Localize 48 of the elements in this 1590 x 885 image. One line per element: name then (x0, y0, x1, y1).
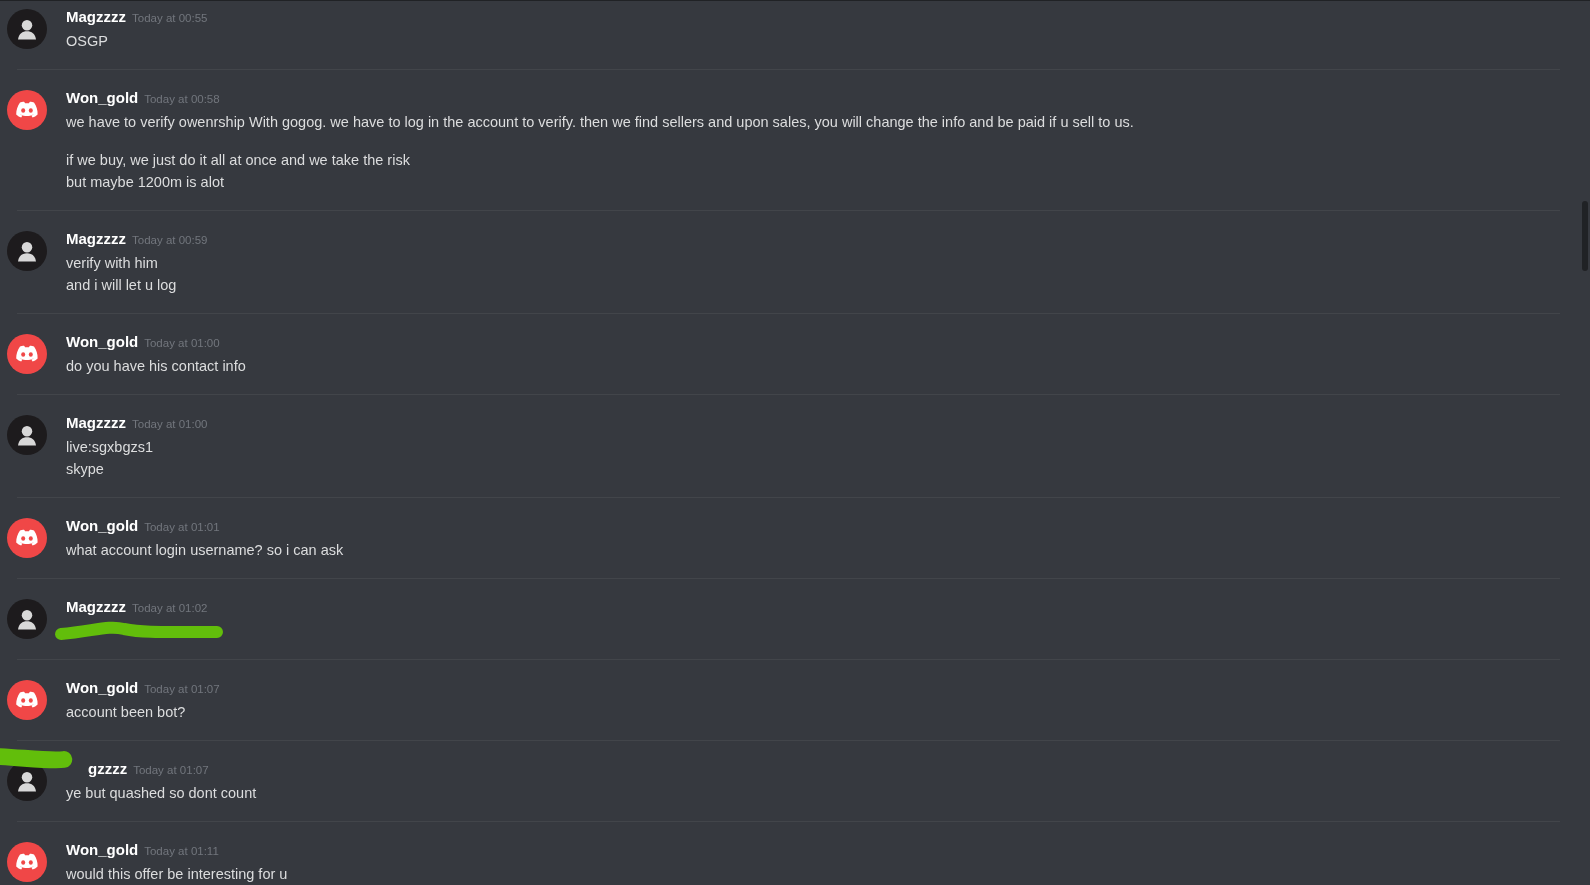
timestamp: Today at 01:07 (144, 683, 220, 695)
avatar[interactable] (7, 334, 47, 374)
gamepad-icon (15, 529, 39, 547)
avatar[interactable] (7, 90, 47, 130)
message-text: do you have his contact info (66, 357, 246, 376)
username[interactable]: Magzzzz (66, 598, 126, 615)
gamepad-icon (15, 853, 39, 871)
username[interactable]: Won_gold (66, 333, 139, 350)
avatar[interactable] (7, 599, 47, 639)
avatar[interactable] (7, 842, 47, 882)
gamepad-icon (15, 345, 39, 363)
message-text: live:sgxbgzs1 (66, 438, 155, 457)
timestamp: Today at 01:01 (144, 521, 220, 533)
username[interactable]: Magzzzz (66, 230, 126, 247)
username[interactable]: Magzzzz (66, 414, 126, 431)
message-text: would this offer be interesting for u (66, 865, 288, 884)
gamepad-icon (15, 101, 39, 119)
message-text: if we buy, we just do it all at once and we take the risk (66, 151, 411, 170)
message-text: we have to verify owenrship With gogog. we have to log in the account to verify. then we find sellers and upon sales, you will change the info and be paid if u sell to us. (66, 113, 1134, 132)
message-text: account been bot? (66, 703, 187, 722)
username[interactable]: Won_gold (66, 517, 139, 534)
username[interactable]: Won_gold (66, 841, 139, 858)
timestamp: Today at 00:59 (132, 234, 208, 246)
message-text: but maybe 1200m is alot (66, 173, 225, 192)
timestamp: Today at 01:00 (132, 418, 208, 430)
avatar[interactable] (7, 518, 47, 558)
timestamp: Today at 01:02 (132, 602, 208, 614)
timestamp: Today at 00:58 (144, 93, 220, 105)
avatar[interactable] (7, 231, 47, 271)
message-text: OSGP (66, 32, 109, 51)
message-text: and i will let u log (66, 276, 178, 295)
avatar[interactable] (7, 9, 47, 49)
scrollbar-thumb[interactable] (1582, 201, 1588, 271)
username[interactable]: Won_gold (66, 89, 139, 106)
username[interactable]: Magzzzz (66, 8, 126, 25)
gamepad-icon (15, 691, 39, 709)
timestamp: Today at 00:55 (132, 12, 208, 24)
timestamp: Today at 01:11 (144, 845, 219, 857)
username[interactable]: gzzzz (88, 760, 128, 777)
timestamp: Today at 01:07 (133, 764, 209, 776)
message-text: ye but quashed so dont count (66, 784, 257, 803)
username[interactable]: Won_gold (66, 679, 139, 696)
timestamp: Today at 01:00 (144, 337, 220, 349)
message-text: what account login username? so i can ask (66, 541, 344, 560)
avatar[interactable] (7, 680, 47, 720)
message-text: verify with him (66, 254, 159, 273)
message-text: skype (66, 460, 105, 479)
avatar[interactable] (7, 415, 47, 455)
